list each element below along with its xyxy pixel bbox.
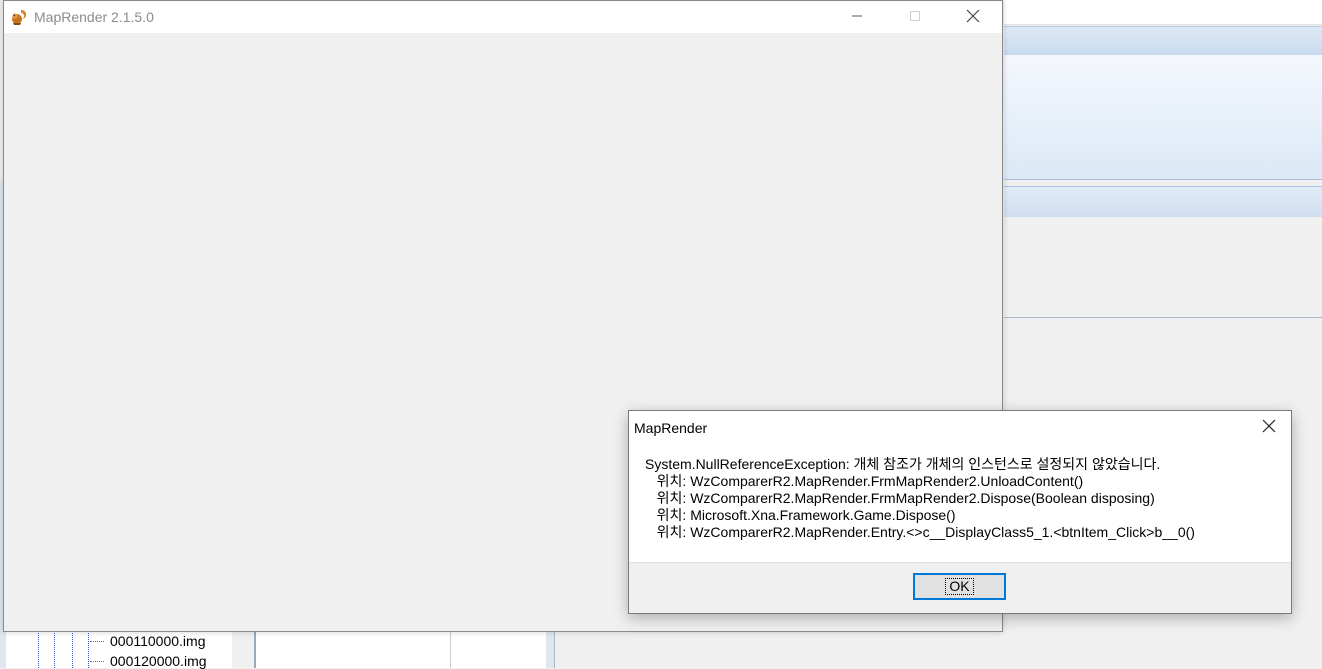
background-panel-header xyxy=(1004,186,1322,218)
background-panel-edge xyxy=(546,632,555,668)
minimize-icon xyxy=(851,10,863,25)
background-titlebar xyxy=(1004,0,1322,25)
background-ribbon-tabs xyxy=(1004,26,1322,56)
stack-trace-line: 위치: WzComparerR2.MapRender.Entry.<>c__Di… xyxy=(645,524,1195,540)
background-ribbon-body xyxy=(1004,55,1322,180)
tree-item[interactable]: 000120000.img xyxy=(110,653,207,669)
ok-button-label: OK xyxy=(945,578,974,595)
panel-splitter[interactable] xyxy=(232,632,254,668)
background-list-panel xyxy=(254,632,548,668)
close-icon xyxy=(1262,419,1276,436)
window-close-button[interactable] xyxy=(944,1,1002,33)
list-column-divider[interactable] xyxy=(450,632,451,668)
stack-trace-line: 위치: WzComparerR2.MapRender.FrmMapRender2… xyxy=(645,473,1084,489)
dialog-body: System.NullReferenceException: 개체 참조가 개체… xyxy=(629,444,1291,562)
error-dialog: MapRender System.NullReferenceException:… xyxy=(628,410,1292,614)
error-message-line: System.NullReferenceException: 개체 참조가 개체… xyxy=(645,456,1161,472)
stack-trace-line: 위치: Microsoft.Xna.Framework.Game.Dispose… xyxy=(645,507,956,523)
minimize-button[interactable] xyxy=(828,1,886,33)
tree-branch-line xyxy=(90,641,104,642)
window-titlebar[interactable]: MapRender 2.1.5.0 xyxy=(4,1,1002,33)
tree-branch-line xyxy=(90,661,104,662)
maximize-button[interactable] xyxy=(886,1,944,33)
window-title: MapRender 2.1.5.0 xyxy=(34,9,154,25)
ok-button[interactable]: OK xyxy=(913,573,1006,600)
dialog-titlebar[interactable]: MapRender xyxy=(629,411,1291,444)
close-icon xyxy=(966,9,980,26)
squirrel-app-icon xyxy=(10,8,28,26)
maximize-icon xyxy=(909,10,921,25)
dialog-title: MapRender xyxy=(634,420,708,436)
background-panel-area xyxy=(1004,217,1322,318)
error-message: System.NullReferenceException: 개체 참조가 개체… xyxy=(645,456,1195,541)
tree-item[interactable]: 000110000.img xyxy=(110,633,205,649)
stack-trace-line: 위치: WzComparerR2.MapRender.FrmMapRender2… xyxy=(645,490,1155,506)
dialog-close-button[interactable] xyxy=(1247,411,1291,444)
dialog-footer: OK xyxy=(629,562,1291,613)
